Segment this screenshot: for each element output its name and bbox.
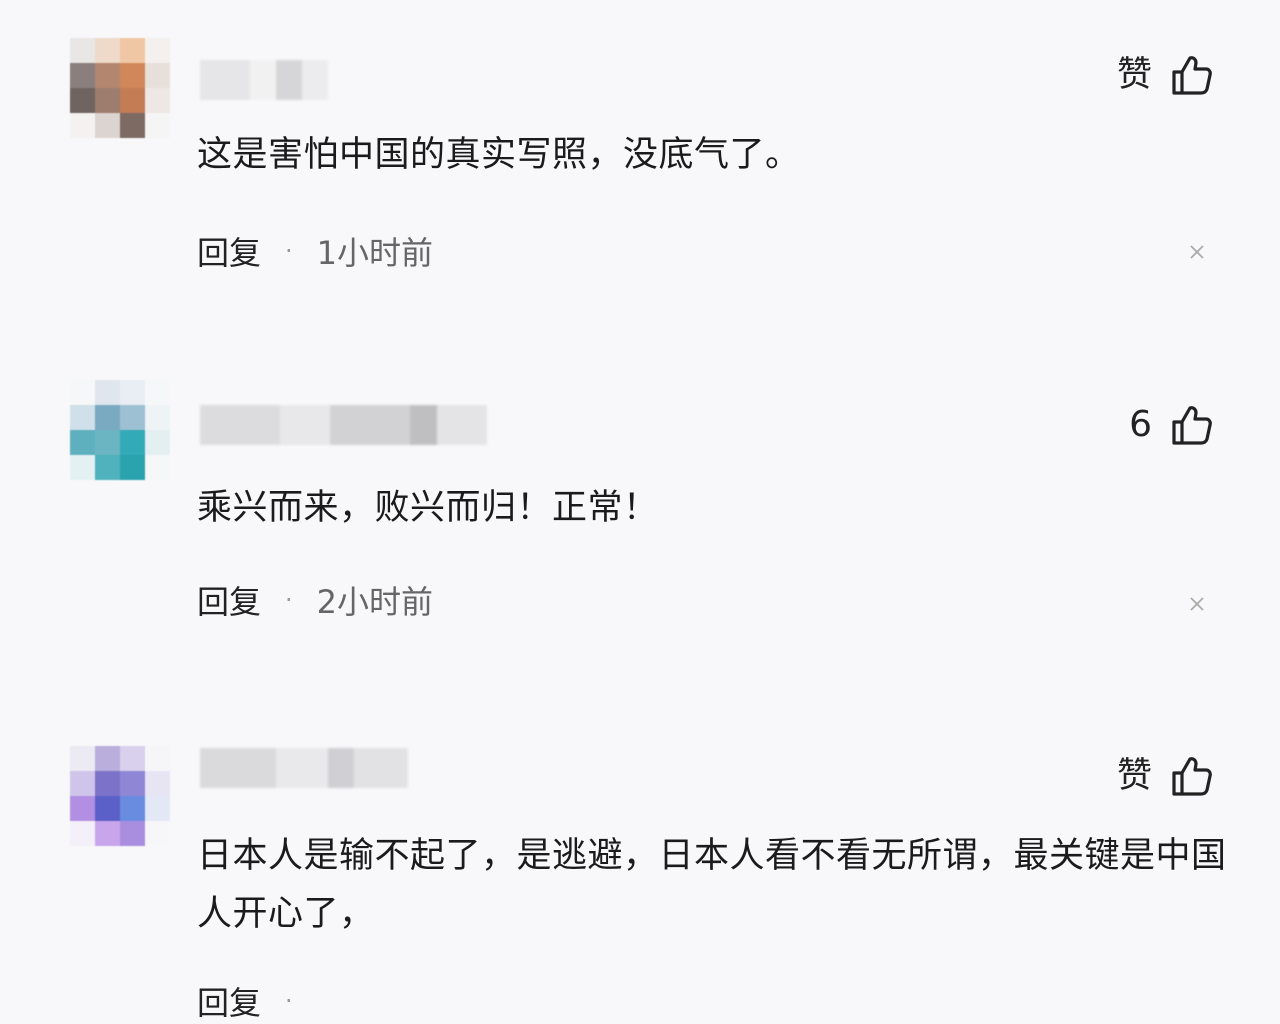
thumbs-up-icon xyxy=(1172,56,1212,95)
comment-text: 日本人是输不起了，是逃避，日本人看不看无所谓，最关键是中国人开心了， xyxy=(197,836,1227,934)
close-icon[interactable] xyxy=(1186,241,1208,263)
avatar[interactable] xyxy=(70,38,170,138)
thumbs-up-icon xyxy=(1172,757,1212,796)
separator-dot: · xyxy=(285,586,293,614)
username-blurred[interactable] xyxy=(200,60,328,100)
separator-dot: · xyxy=(285,237,293,265)
like-count: 6 xyxy=(1129,404,1152,445)
avatar[interactable] xyxy=(70,380,170,480)
reply-button[interactable]: 回复 xyxy=(197,978,261,1024)
like-count: 赞 xyxy=(1116,755,1152,796)
comment-text: 这是害怕中国的真实写照，没底气了。 xyxy=(197,135,801,175)
thumbs-up-icon xyxy=(1172,406,1212,445)
separator-dot: · xyxy=(285,987,293,1015)
username-blurred[interactable] xyxy=(200,405,487,445)
comment-meta: 回复 · 2小时前 xyxy=(197,577,433,623)
like-button[interactable]: 6 xyxy=(1129,403,1214,447)
comment-text: 乘兴而来，败兴而归！正常！ xyxy=(197,488,659,528)
like-count: 赞 xyxy=(1116,54,1152,95)
avatar[interactable] xyxy=(70,746,170,846)
comment-meta: 回复 · xyxy=(197,978,317,1024)
reply-button[interactable]: 回复 xyxy=(197,577,261,623)
comment-meta: 回复 · 1小时前 xyxy=(197,228,433,274)
close-icon[interactable] xyxy=(1186,593,1208,615)
like-button[interactable]: 赞 xyxy=(1117,53,1214,97)
timestamp: 2小时前 xyxy=(316,583,434,621)
timestamp: 1小时前 xyxy=(316,234,434,272)
reply-button[interactable]: 回复 xyxy=(197,228,261,274)
like-button[interactable]: 赞 xyxy=(1117,754,1214,798)
username-blurred[interactable] xyxy=(200,748,408,788)
